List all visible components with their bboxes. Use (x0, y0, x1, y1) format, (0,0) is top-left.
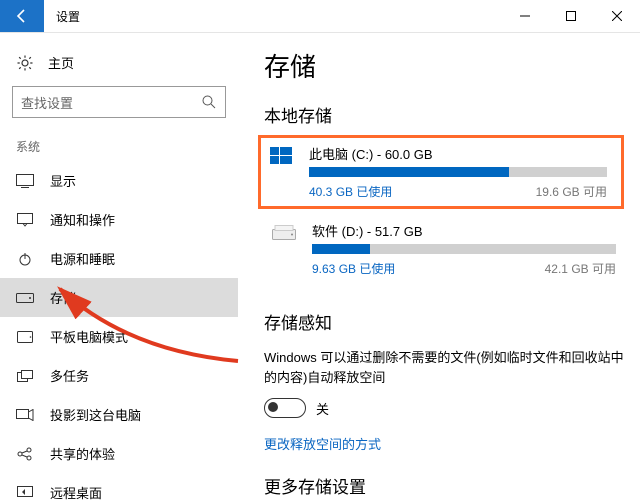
project-icon (16, 408, 34, 422)
usage-bar-fill (309, 167, 509, 177)
storage-sense-desc: Windows 可以通过删除不需要的文件(例如临时文件和回收站中的内容)自动释放… (264, 348, 624, 388)
free-label: 19.6 GB 可用 (536, 183, 607, 200)
sidebar-item-label: 共享的体验 (50, 444, 115, 463)
maximize-icon (566, 11, 576, 21)
minimize-icon (520, 11, 530, 21)
display-icon (16, 174, 34, 188)
drive-meta: 40.3 GB 已使用 19.6 GB 可用 (309, 183, 607, 200)
drive-meta: 9.63 GB 已使用 42.1 GB 可用 (312, 260, 616, 277)
sidebar-item-multitask[interactable]: 多任务 (0, 356, 238, 395)
sidebar-item-tablet[interactable]: 平板电脑模式 (0, 317, 238, 356)
storage-sense-toggle[interactable] (264, 398, 306, 418)
used-label: 40.3 GB 已使用 (309, 183, 392, 200)
sidebar-item-label: 存储 (50, 288, 76, 307)
home-button[interactable]: 主页 (0, 47, 238, 86)
sidebar-item-label: 通知和操作 (50, 210, 115, 229)
main: 主页 查找设置 系统 显示 通知和操作 电源和睡眠 存 (0, 33, 640, 504)
usage-bar-fill (312, 244, 370, 254)
sidebar-item-power[interactable]: 电源和睡眠 (0, 239, 238, 278)
sidebar-item-label: 显示 (50, 171, 76, 190)
sidebar-item-storage[interactable]: 存储 (0, 278, 238, 317)
remote-desktop-icon (16, 486, 34, 500)
drive-d[interactable]: 软件 (D:) - 51.7 GB 9.63 GB 已使用 42.1 GB 可用 (264, 221, 624, 277)
close-button[interactable] (594, 0, 640, 32)
search-icon (201, 94, 217, 110)
minimize-button[interactable] (502, 0, 548, 32)
multitask-icon (16, 369, 34, 383)
tablet-icon (16, 330, 34, 344)
local-storage-heading: 本地存储 (264, 102, 624, 127)
drive-body: 软件 (D:) - 51.7 GB 9.63 GB 已使用 42.1 GB 可用 (312, 221, 624, 277)
sidebar-item-remote[interactable]: 远程桌面 (0, 473, 238, 504)
power-icon (16, 252, 34, 266)
sidebar-item-label: 多任务 (50, 366, 89, 385)
storage-sense-toggle-row: 关 (264, 398, 624, 418)
sidebar-item-notifications[interactable]: 通知和操作 (0, 200, 238, 239)
hard-drive-icon (270, 221, 298, 245)
sidebar-item-label: 电源和睡眠 (50, 249, 115, 268)
home-label: 主页 (48, 53, 74, 72)
back-button[interactable] (0, 0, 44, 32)
link-change-free-space[interactable]: 更改释放空间的方式 (264, 434, 624, 453)
content: 存储 本地存储 此电脑 (C:) - 60.0 GB 40.3 GB 已使用 (238, 33, 640, 504)
usage-bar (312, 244, 616, 254)
close-icon (612, 11, 622, 21)
sidebar-item-label: 远程桌面 (50, 483, 102, 502)
sidebar-item-shared[interactable]: 共享的体验 (0, 434, 238, 473)
maximize-button[interactable] (548, 0, 594, 32)
sidebar-item-project[interactable]: 投影到这台电脑 (0, 395, 238, 434)
arrow-left-icon (14, 8, 30, 24)
page-title: 存储 (264, 47, 624, 84)
window-controls (502, 0, 640, 32)
gear-icon (16, 54, 34, 72)
drive-body: 此电脑 (C:) - 60.0 GB 40.3 GB 已使用 19.6 GB 可… (309, 144, 615, 200)
storage-sense-heading: 存储感知 (264, 309, 624, 334)
toggle-state-label: 关 (316, 399, 329, 418)
windows-logo-icon (267, 144, 295, 168)
search-input[interactable]: 查找设置 (12, 86, 226, 118)
sidebar-item-label: 投影到这台电脑 (50, 405, 141, 424)
window-title: 设置 (44, 0, 502, 32)
titlebar: 设置 (0, 0, 640, 33)
shared-exp-icon (16, 447, 34, 461)
storage-icon (16, 291, 34, 305)
sidebar-group-label: 系统 (0, 138, 238, 161)
usage-bar (309, 167, 607, 177)
sidebar-item-label: 平板电脑模式 (50, 327, 128, 346)
used-label: 9.63 GB 已使用 (312, 260, 395, 277)
drive-title: 软件 (D:) - 51.7 GB (312, 221, 616, 240)
toggle-knob (268, 402, 278, 412)
drive-title: 此电脑 (C:) - 60.0 GB (309, 144, 607, 163)
drive-c[interactable]: 此电脑 (C:) - 60.0 GB 40.3 GB 已使用 19.6 GB 可… (258, 135, 624, 209)
notifications-icon (16, 213, 34, 227)
more-settings-heading: 更多存储设置 (264, 473, 624, 498)
sidebar: 主页 查找设置 系统 显示 通知和操作 电源和睡眠 存 (0, 33, 238, 504)
sidebar-item-display[interactable]: 显示 (0, 161, 238, 200)
search-placeholder: 查找设置 (21, 93, 73, 112)
free-label: 42.1 GB 可用 (545, 260, 616, 277)
sidebar-menu: 显示 通知和操作 电源和睡眠 存储 平板电脑模式 多任务 (0, 161, 238, 504)
